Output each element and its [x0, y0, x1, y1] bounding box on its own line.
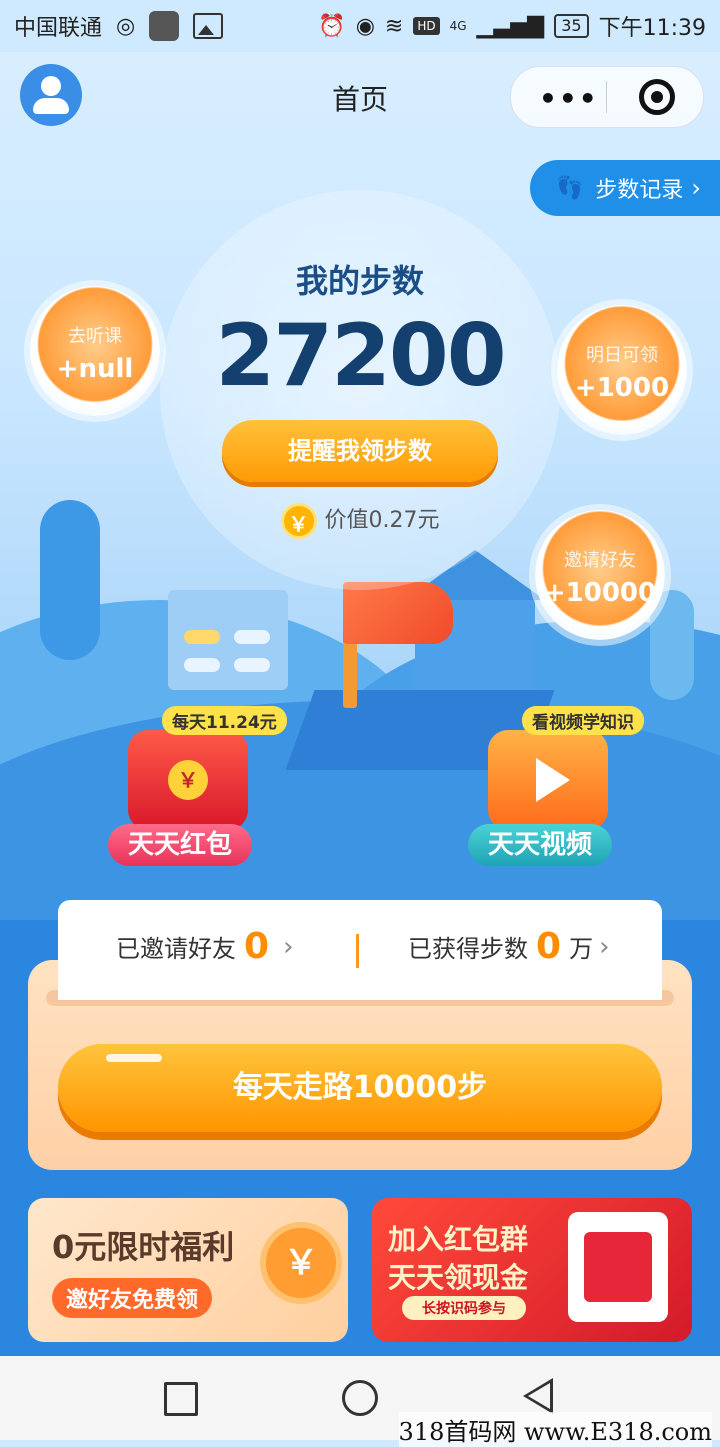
step-record-label: 步数记录: [595, 178, 684, 203]
bubble-value: +1000: [574, 373, 670, 403]
feature-tag: 每天11.24元: [162, 706, 287, 735]
invited-friends-stat[interactable]: 已邀请好友 0 ›: [116, 926, 293, 967]
bubble-title: 明日可领: [586, 345, 658, 366]
feature-tag: 看视频学知识: [522, 706, 644, 735]
red-envelope-icon: ￥: [128, 730, 248, 830]
coin-icon: ￥: [260, 1222, 342, 1304]
hd-icon: HD: [413, 17, 440, 35]
bubble-title: 去听课: [68, 326, 122, 347]
divider: [356, 934, 359, 968]
banner-pill: 长按识码参与: [402, 1296, 526, 1320]
red-packet-group-banner[interactable]: 加入红包群 天天领现金 长按识码参与: [372, 1198, 692, 1342]
miniprogram-capsule: •••: [510, 66, 704, 128]
status-bar: 中国联通 ◎ ⏰ ◉ ≋ HD 4G ▁▃▅▇ 35 下午11:39: [0, 0, 720, 52]
walk-10000-button[interactable]: 每天走路10000步: [58, 1044, 662, 1132]
feature-name: 天天视频: [468, 824, 612, 866]
bubble-invite[interactable]: 邀请好友 +10000: [535, 510, 665, 640]
stat-unit: 万: [569, 935, 594, 963]
stat-value: 0: [536, 926, 562, 967]
coin-icon: ￥: [280, 503, 317, 539]
clock: 下午11:39: [598, 16, 706, 41]
close-miniprogram-icon[interactable]: [639, 79, 675, 115]
banner-subtitle: 天天领现金: [388, 1261, 529, 1294]
hotspot-icon: ◎: [116, 13, 136, 39]
red-envelope-icon: [568, 1212, 668, 1322]
video-play-icon: [488, 730, 608, 830]
bubble-listen[interactable]: 去听课 +null: [30, 286, 160, 416]
chevron-right-icon: ›: [599, 931, 610, 962]
home-icon[interactable]: [342, 1380, 378, 1416]
welfare-banner[interactable]: 0元限时福利 邀好友免费领 ￥: [28, 1198, 348, 1342]
bubble-tomorrow[interactable]: 明日可领 +1000: [557, 305, 687, 435]
feature-daily-video[interactable]: 看视频学知识 天天视频: [468, 706, 644, 866]
signal-icon: ▁▃▅▇: [476, 13, 545, 39]
bubble-title: 邀请好友: [564, 550, 636, 571]
more-icon[interactable]: •••: [539, 82, 599, 115]
value-text: 价值0.27元: [324, 508, 440, 533]
footprint-icon: 👣: [556, 175, 584, 201]
banner-title: 加入红包群: [388, 1223, 529, 1256]
watermark: 318首码网 www.E318.com: [398, 1412, 712, 1447]
app-notification-icon: [149, 11, 180, 41]
earned-steps-stat[interactable]: 已获得步数 0 万 ›: [408, 926, 609, 967]
flag-icon: [343, 582, 453, 644]
alarm-icon: ⏰: [318, 13, 346, 39]
stat-label: 已邀请好友: [116, 935, 236, 963]
remind-button[interactable]: 提醒我领步数: [222, 420, 498, 482]
wifi-icon: ≋: [384, 13, 404, 39]
walk-button-label: 每天走路10000步: [232, 1070, 488, 1105]
feature-name: 天天红包: [108, 824, 252, 866]
feature-daily-hongbao[interactable]: ￥ 每天11.24元 天天红包: [108, 706, 287, 866]
carrier-label: 中国联通: [14, 16, 103, 41]
banner-subtitle: 邀好友免费领: [52, 1278, 213, 1318]
chevron-right-icon: ›: [283, 931, 294, 962]
stat-value: 0: [244, 926, 270, 967]
back-icon[interactable]: [523, 1378, 553, 1414]
banner-title: 0元限时福利: [52, 1228, 235, 1266]
network-label: 4G: [449, 19, 467, 33]
recent-apps-icon[interactable]: [164, 1382, 198, 1416]
step-record-button[interactable]: 👣 步数记录 ›: [530, 160, 720, 216]
image-icon: [193, 13, 224, 39]
shine-decoration: [106, 1054, 162, 1062]
battery-indicator: 35: [554, 14, 589, 38]
eye-icon: ◉: [355, 13, 375, 39]
chevron-right-icon: ›: [691, 174, 702, 202]
building-decoration: [168, 590, 288, 690]
stat-label: 已获得步数: [408, 935, 528, 963]
bubble-value: +10000: [543, 578, 657, 608]
bubble-value: +null: [56, 354, 134, 384]
